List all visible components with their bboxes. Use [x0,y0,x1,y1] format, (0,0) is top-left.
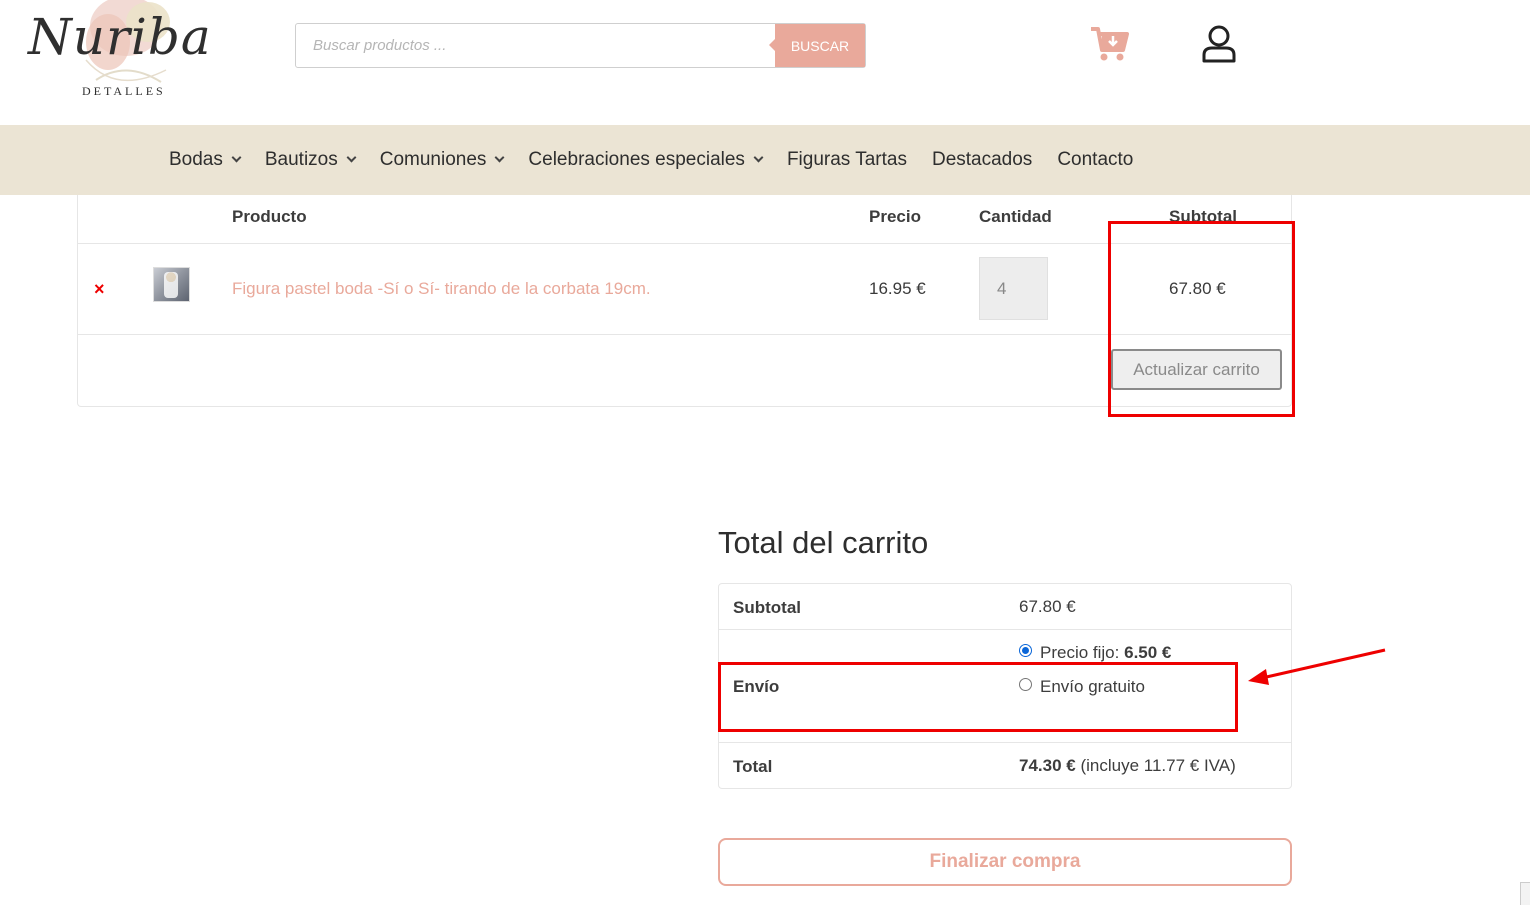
tax-note: (incluye 11.77 € IVA) [1080,756,1236,775]
remove-item-icon[interactable]: × [94,279,105,300]
subtotal-label: Subtotal [733,598,801,617]
nav-label: Bautizos [264,149,338,170]
total-value-wrapper: 74.30 € (incluye 11.77 € IVA) [1019,756,1236,776]
user-account-icon[interactable] [1200,24,1238,64]
chevron-down-icon [231,152,242,163]
shipping-option-flat-rate[interactable]: Precio fijo: 6.50 € [1019,643,1171,663]
column-header-price: Precio [869,207,921,226]
nav-item-bodas[interactable]: Bodas [169,149,242,171]
search-input[interactable] [296,24,775,67]
column-header-quantity: Cantidad [979,207,1052,226]
logo-wordmark: Nuriba [28,8,212,66]
product-search: BUSCAR [295,23,866,68]
column-header-product: Producto [232,207,307,226]
nav-label: Figuras Tartas [786,149,907,170]
logo-subtitle: DETALLES [82,84,166,98]
recaptcha-badge[interactable] [1520,882,1530,905]
nav-item-destacados[interactable]: Destacados [932,149,1032,171]
total-value: 74.30 € [1019,756,1076,775]
chevron-down-icon [494,152,505,163]
nav-item-bautizos[interactable]: Bautizos [264,149,357,171]
shipping-option-price: 6.50 € [1124,643,1172,662]
annotation-box-subtotal [1108,221,1295,417]
shipping-option-label: Precio fijo: [1040,643,1120,662]
chevron-down-icon [753,152,764,163]
total-label: Total [733,757,773,776]
nav-item-contacto[interactable]: Contacto [1057,149,1133,171]
search-button[interactable]: BUSCAR [769,24,865,67]
cart-icon[interactable] [1089,24,1131,64]
nav-label: Destacados [931,149,1033,170]
annotation-box-shipping [718,662,1238,732]
site-logo[interactable]: Nuriba DETALLES [26,0,226,108]
radio-selected-icon[interactable] [1019,644,1032,658]
nav-item-comuniones[interactable]: Comuniones [379,149,505,171]
cart-totals-title: Total del carrito [718,525,929,560]
nav-label: Contacto [1057,149,1134,170]
annotation-arrow-icon [1248,648,1386,685]
row-divider [719,629,1291,630]
product-name-link[interactable]: Figura pastel boda -Sí o Sí- tirando de … [232,279,651,299]
nav-item-figuras-tartas[interactable]: Figuras Tartas [787,149,907,171]
nav-label: Bodas [169,149,223,170]
product-price: 16.95 € [869,279,926,298]
checkout-button[interactable]: Finalizar compra [718,838,1292,886]
nav-item-celebraciones[interactable]: Celebraciones especiales [528,149,764,171]
product-thumbnail[interactable] [153,267,190,302]
subtotal-value: 67.80 € [1019,597,1076,616]
quantity-input[interactable]: 4 [979,257,1048,320]
main-navigation: Bodas Bautizos Comuniones Celebraciones … [0,125,1530,195]
chevron-down-icon [346,152,357,163]
row-divider [719,742,1291,743]
nav-label: Comuniones [379,149,487,170]
nav-label: Celebraciones especiales [528,149,745,170]
